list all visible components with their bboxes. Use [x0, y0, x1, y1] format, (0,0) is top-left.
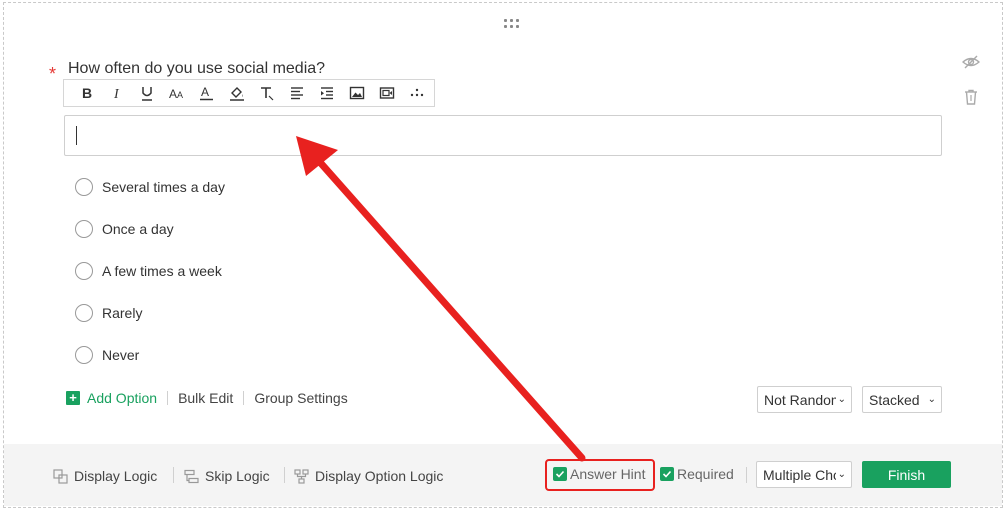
- plus-icon[interactable]: +: [66, 391, 80, 405]
- svg-text:A: A: [177, 90, 183, 100]
- layout-select[interactable]: Stacked ⌄: [862, 386, 942, 413]
- add-option-button[interactable]: Add Option: [87, 390, 157, 406]
- option-logic-icon: [294, 468, 309, 484]
- checkbox-checked-icon[interactable]: [660, 467, 674, 481]
- option-item[interactable]: Never: [75, 345, 139, 365]
- drag-handle-icon[interactable]: [502, 17, 522, 31]
- radio-button[interactable]: [75, 220, 93, 238]
- bulk-edit-button[interactable]: Bulk Edit: [178, 390, 233, 406]
- required-marker: *: [49, 64, 57, 84]
- align-icon[interactable]: [282, 80, 312, 106]
- question-footer: Display Logic Skip Logic Display Option …: [4, 444, 1002, 506]
- clear-format-icon[interactable]: [252, 80, 282, 106]
- option-label[interactable]: Several times a day: [102, 179, 225, 195]
- layout-select-value: Stacked: [869, 391, 920, 408]
- svg-text:I: I: [113, 87, 120, 101]
- option-item[interactable]: Once a day: [75, 219, 174, 239]
- question-title[interactable]: How often do you use social media?: [68, 60, 325, 78]
- media-icon[interactable]: [372, 80, 402, 106]
- option-item[interactable]: Several times a day: [75, 177, 225, 197]
- option-label[interactable]: A few times a week: [102, 263, 222, 279]
- indent-icon[interactable]: [312, 80, 342, 106]
- display-option-logic-button[interactable]: Display Option Logic: [294, 468, 443, 484]
- display-logic-icon: [53, 468, 68, 484]
- finish-button[interactable]: Finish: [862, 461, 951, 488]
- divider: [167, 391, 169, 405]
- skip-logic-button[interactable]: Skip Logic: [184, 468, 270, 484]
- delete-trash-icon[interactable]: [962, 88, 980, 106]
- svg-text:A: A: [201, 85, 209, 99]
- display-logic-button[interactable]: Display Logic: [53, 468, 157, 484]
- radio-button[interactable]: [75, 304, 93, 322]
- bold-icon[interactable]: B: [72, 80, 102, 106]
- randomize-select[interactable]: Not Random ⌄: [757, 386, 852, 413]
- chevron-down-icon: ⌄: [837, 394, 846, 405]
- question-type-value: Multiple Choice: [763, 466, 836, 483]
- radio-button[interactable]: [75, 178, 93, 196]
- divider: [243, 391, 245, 405]
- italic-icon[interactable]: I: [102, 80, 132, 106]
- option-label[interactable]: Never: [102, 347, 139, 363]
- chevron-down-icon: ⌄: [927, 394, 936, 405]
- more-icon[interactable]: [402, 80, 432, 106]
- radio-button[interactable]: [75, 346, 93, 364]
- font-size-icon[interactable]: AA: [162, 80, 192, 106]
- radio-button[interactable]: [75, 262, 93, 280]
- required-label: Required: [677, 466, 734, 482]
- hide-eye-icon[interactable]: [961, 53, 981, 71]
- svg-text:A: A: [169, 87, 177, 101]
- skip-logic-label: Skip Logic: [205, 468, 270, 484]
- required-toggle[interactable]: Required: [660, 466, 734, 482]
- text-caret: [76, 126, 77, 145]
- display-option-logic-label: Display Option Logic: [315, 468, 444, 484]
- skip-logic-icon: [184, 469, 199, 483]
- font-color-icon[interactable]: A: [192, 80, 222, 106]
- option-label[interactable]: Once a day: [102, 221, 174, 237]
- group-settings-button[interactable]: Group Settings: [254, 390, 347, 406]
- option-actions: + Add Option Bulk Edit Group Settings: [66, 390, 348, 406]
- image-icon[interactable]: [342, 80, 372, 106]
- annotation-highlight-box: [545, 459, 655, 491]
- question-type-select[interactable]: Multiple Choice ⌄: [756, 461, 852, 488]
- svg-text:B: B: [82, 85, 92, 101]
- underline-icon[interactable]: [132, 80, 162, 106]
- option-item[interactable]: A few times a week: [75, 261, 222, 281]
- rich-text-toolbar: B I AA A: [63, 79, 435, 107]
- chevron-down-icon: ⌄: [837, 469, 846, 480]
- answer-hint-input[interactable]: [64, 115, 942, 156]
- divider: [746, 467, 747, 483]
- option-item[interactable]: Rarely: [75, 303, 142, 323]
- highlight-icon[interactable]: [222, 80, 252, 106]
- option-label[interactable]: Rarely: [102, 305, 142, 321]
- display-logic-label: Display Logic: [74, 468, 158, 484]
- divider: [173, 467, 174, 483]
- divider: [284, 467, 285, 483]
- randomize-select-value: Not Random: [764, 391, 836, 408]
